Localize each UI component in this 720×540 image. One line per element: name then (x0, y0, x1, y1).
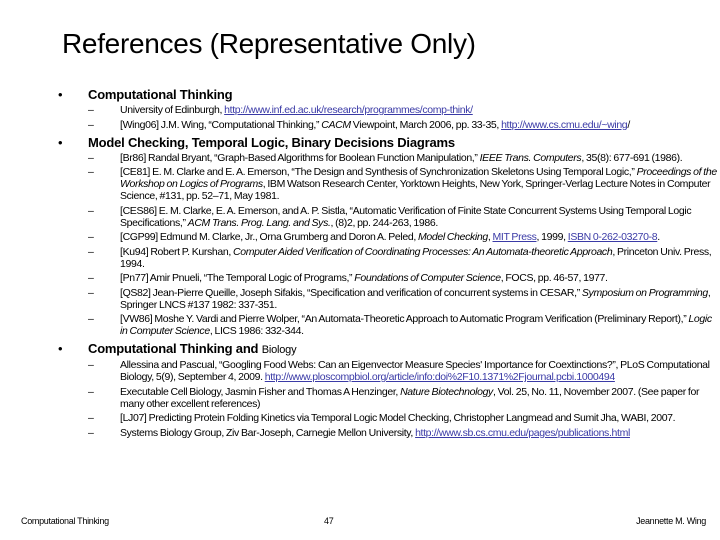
reference-item: – [Ku94] Robert P. Kurshan, Computer Aide… (88, 246, 718, 270)
dash-icon: – (88, 412, 94, 424)
dash-icon: – (88, 286, 94, 299)
bullet-icon: • (58, 341, 63, 356)
section-heading-text: Computational Thinking (88, 341, 233, 356)
reference-item: – [VW86] Moshe Y. Vardi and Pierre Wolper… (88, 313, 718, 337)
reference-item: – [CES86] E. M. Clarke, E. A. Emerson, an… (88, 205, 718, 229)
reference-item: – Executable Cell Biology, Jasmin Fisher … (88, 386, 718, 410)
reference-text: University of Edinburgh, (120, 104, 225, 116)
section-heading: • Computational Thinking (58, 87, 718, 103)
reference-item: – University of Edinburgh, http://www.inf… (88, 104, 718, 116)
dash-icon: – (88, 426, 94, 439)
reference-sublist: – Allessina and Pascual, “Googling Food W… (88, 359, 718, 439)
references-list: • Computational Thinking – University of Ed… (58, 84, 718, 443)
reference-link[interactable]: http://www.inf.ed.ac.uk/research/program… (224, 104, 473, 116)
dash-icon: – (88, 104, 94, 116)
reference-link[interactable]: http://www.sb.cs.cmu.edu/pages/publicati… (415, 427, 630, 439)
slide-title: References (Representative Only) (62, 28, 476, 59)
reference-link[interactable]: http://www.ploscompbiol.org/article/info… (265, 371, 615, 383)
reference-item: – Allessina and Pascual, “Googling Food W… (88, 359, 718, 383)
dash-icon: – (88, 204, 94, 217)
reference-item: – [Br86] Randal Bryant, “Graph-Based Algo… (88, 152, 718, 164)
footer-left: Computational Thinking (21, 516, 109, 526)
reference-text: , LICS 1986: 332-344. (209, 325, 304, 337)
reference-text: [CE81] E. M. Clarke and E. A. Emerson, “… (120, 166, 637, 178)
reference-text: , FOCS, pp. 46-57, 1977. (500, 272, 608, 284)
reference-text: [VW86] Moshe Y. Vardi and Pierre Wolper,… (120, 313, 689, 325)
section-heading-text: Computational Thinking (88, 87, 233, 102)
reference-venue: Model Checking (417, 231, 488, 243)
reference-link[interactable]: http://www.cs.cmu.edu/~wing (501, 119, 628, 131)
dash-icon: – (88, 359, 94, 371)
reference-text: , (8)2, pp. 244-263, 1986. (330, 216, 439, 229)
reference-text: [Ku94] Robert P. Kurshan, (120, 245, 234, 258)
reference-text: , 1999, (536, 231, 568, 243)
reference-text: Systems Biology Group, Ziv Bar-Joseph, C… (120, 426, 416, 439)
footer-author: Jeannette M. Wing (636, 516, 706, 526)
reference-venue: ACM Trans. Prog. Lang. and Sys. (187, 216, 331, 229)
reference-sublist: – University of Edinburgh, http://www.inf… (88, 104, 718, 131)
reference-text: [Br86] Randal Bryant, “Graph-Based Algor… (120, 151, 480, 164)
bullet-icon: • (58, 134, 63, 150)
reference-link[interactable]: MIT Press (493, 231, 537, 243)
dash-icon: – (88, 385, 94, 398)
reference-text: Viewpoint, March 2006, pp. 33-35, (350, 118, 502, 131)
reference-venue: CACM (321, 118, 351, 131)
reference-item: – [CGP99] Edmund M. Clarke, Jr., Orna Gru… (88, 231, 718, 243)
reference-item: – Systems Biology Group, Ziv Bar-Joseph, … (88, 427, 718, 439)
reference-text: Executable Cell Biology, Jasmin Fisher a… (120, 385, 401, 398)
reference-text: [CGP99] Edmund M. Clarke, Jr., Orna Grum… (120, 231, 418, 243)
reference-text: [LJ07] Predicting Protein Folding Kineti… (120, 412, 676, 424)
dash-icon: – (88, 151, 94, 164)
bullet-icon: • (58, 87, 63, 102)
reference-text: [Pn77] Amir Pnueli, “The Temporal Logic … (120, 272, 355, 284)
reference-text: , 35(8): 677-691 (1986). (581, 151, 683, 164)
reference-text: . (657, 231, 660, 243)
reference-link[interactable]: ISBN 0-262-03270-8 (568, 231, 658, 243)
reference-text: [Wing06] J.M. Wing, “Computational Think… (120, 118, 322, 131)
reference-text: / (627, 118, 630, 131)
section-heading-text: Model Checking, Temporal Logic, Binary D… (88, 134, 455, 150)
reference-venue: Computer Aided Verification of Coordinat… (233, 245, 613, 258)
section-heading: • Computational Thinking and Biology (58, 341, 718, 358)
reference-item: – [QS82] Jean-Pierre Queille, Joseph Sifa… (88, 287, 718, 311)
reference-item: – [CE81] E. M. Clarke and E. A. Emerson, … (88, 166, 718, 202)
dash-icon: – (88, 118, 94, 131)
section-heading-text: Biology (261, 344, 297, 356)
dash-icon: – (88, 166, 94, 178)
reference-item: – [Wing06] J.M. Wing, “Computational Thin… (88, 119, 718, 131)
dash-icon: – (88, 272, 94, 284)
page-number: 47 (324, 516, 334, 526)
reference-venue: Foundations of Computer Science (354, 272, 501, 284)
reference-venue: Nature Biotechnology (400, 385, 493, 398)
dash-icon: – (88, 245, 94, 258)
dash-icon: – (88, 313, 94, 325)
dash-icon: – (88, 231, 94, 243)
reference-item: – [LJ07] Predicting Protein Folding Kinet… (88, 412, 718, 424)
reference-text: [QS82] Jean-Pierre Queille, Joseph Sifak… (120, 286, 582, 299)
reference-item: – [Pn77] Amir Pnueli, “The Temporal Logic… (88, 272, 718, 284)
reference-venue: Symposium on Programming (581, 286, 708, 299)
section-heading-text: and (232, 341, 262, 356)
section-heading: • Model Checking, Temporal Logic, Binary … (58, 135, 718, 151)
reference-sublist: – [Br86] Randal Bryant, “Graph-Based Algo… (88, 152, 718, 338)
reference-venue: IEEE Trans. Computers (479, 151, 582, 164)
